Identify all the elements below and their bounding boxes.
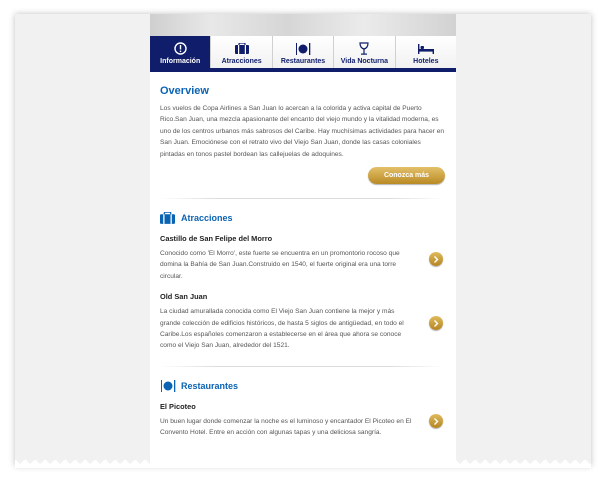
restaurants-title: Restaurantes: [181, 380, 239, 391]
list-item[interactable]: Old San Juan La ciudad amurallada conoci…: [160, 292, 445, 352]
item-title: Castillo de San Felipe del Morro: [160, 234, 273, 244]
attractions-title: Atracciones: [181, 213, 233, 224]
attractions-header: Atracciones: [160, 212, 445, 224]
more-row: Conozca más: [160, 167, 445, 185]
tab-label: Atracciones: [221, 58, 262, 65]
tab-bar: Información Atracciones Restaurantes Vid…: [150, 36, 456, 72]
divider: [160, 198, 445, 200]
info-icon: [174, 42, 187, 55]
main-content: Overview Los vuelos de Copa Airlines a S…: [150, 85, 456, 439]
chevron-right-icon[interactable]: [429, 316, 443, 331]
tab-restaurantes[interactable]: Restaurantes: [271, 36, 334, 68]
nightlife-icon: [359, 42, 370, 55]
paper-frame: Información Atracciones Restaurantes Vid…: [15, 14, 591, 466]
overview-title: Overview: [160, 85, 209, 97]
tab-label: Restaurantes: [280, 58, 326, 65]
item-text: La ciudad amurallada conocida como El Vi…: [160, 308, 404, 350]
conozca-mas-button[interactable]: Conozca más: [368, 167, 445, 185]
tab-label: Hoteles: [413, 58, 439, 65]
chevron-right-icon[interactable]: [429, 414, 443, 429]
overview-text: Los vuelos de Copa Airlines a San Juan l…: [160, 105, 445, 158]
tab-informacion[interactable]: Información: [150, 36, 211, 68]
attractions-icon: [234, 42, 249, 55]
mobile-page: Información Atracciones Restaurantes Vid…: [150, 14, 456, 466]
chevron-right-icon[interactable]: [429, 252, 443, 267]
hero-image: [150, 14, 456, 36]
tab-label: Vida Nocturna: [340, 58, 389, 65]
list-item[interactable]: Castillo de San Felipe del Morro Conocid…: [160, 234, 445, 282]
restaurants-icon: [295, 42, 311, 55]
torn-edge: [15, 460, 591, 468]
tab-label: Información: [160, 58, 201, 65]
list-item[interactable]: El Picoteo Un buen lugar donde comenzar …: [160, 402, 445, 439]
item-text: Un buen lugar donde comenzar la noche es…: [160, 417, 412, 437]
restaurants-icon: [160, 379, 176, 392]
item-title: El Picoteo: [160, 401, 196, 411]
item-title: Old San Juan: [160, 292, 208, 302]
tab-vida-nocturna[interactable]: Vida Nocturna: [333, 36, 395, 68]
tab-atracciones[interactable]: Atracciones: [210, 36, 272, 68]
item-text: Conocido como 'El Morro', este fuerte se…: [160, 250, 400, 280]
restaurants-header: Restaurantes: [160, 379, 445, 392]
divider: [160, 365, 445, 367]
hotels-icon: [417, 42, 434, 55]
tab-hoteles[interactable]: Hoteles: [394, 36, 456, 68]
attractions-icon: [160, 212, 176, 224]
